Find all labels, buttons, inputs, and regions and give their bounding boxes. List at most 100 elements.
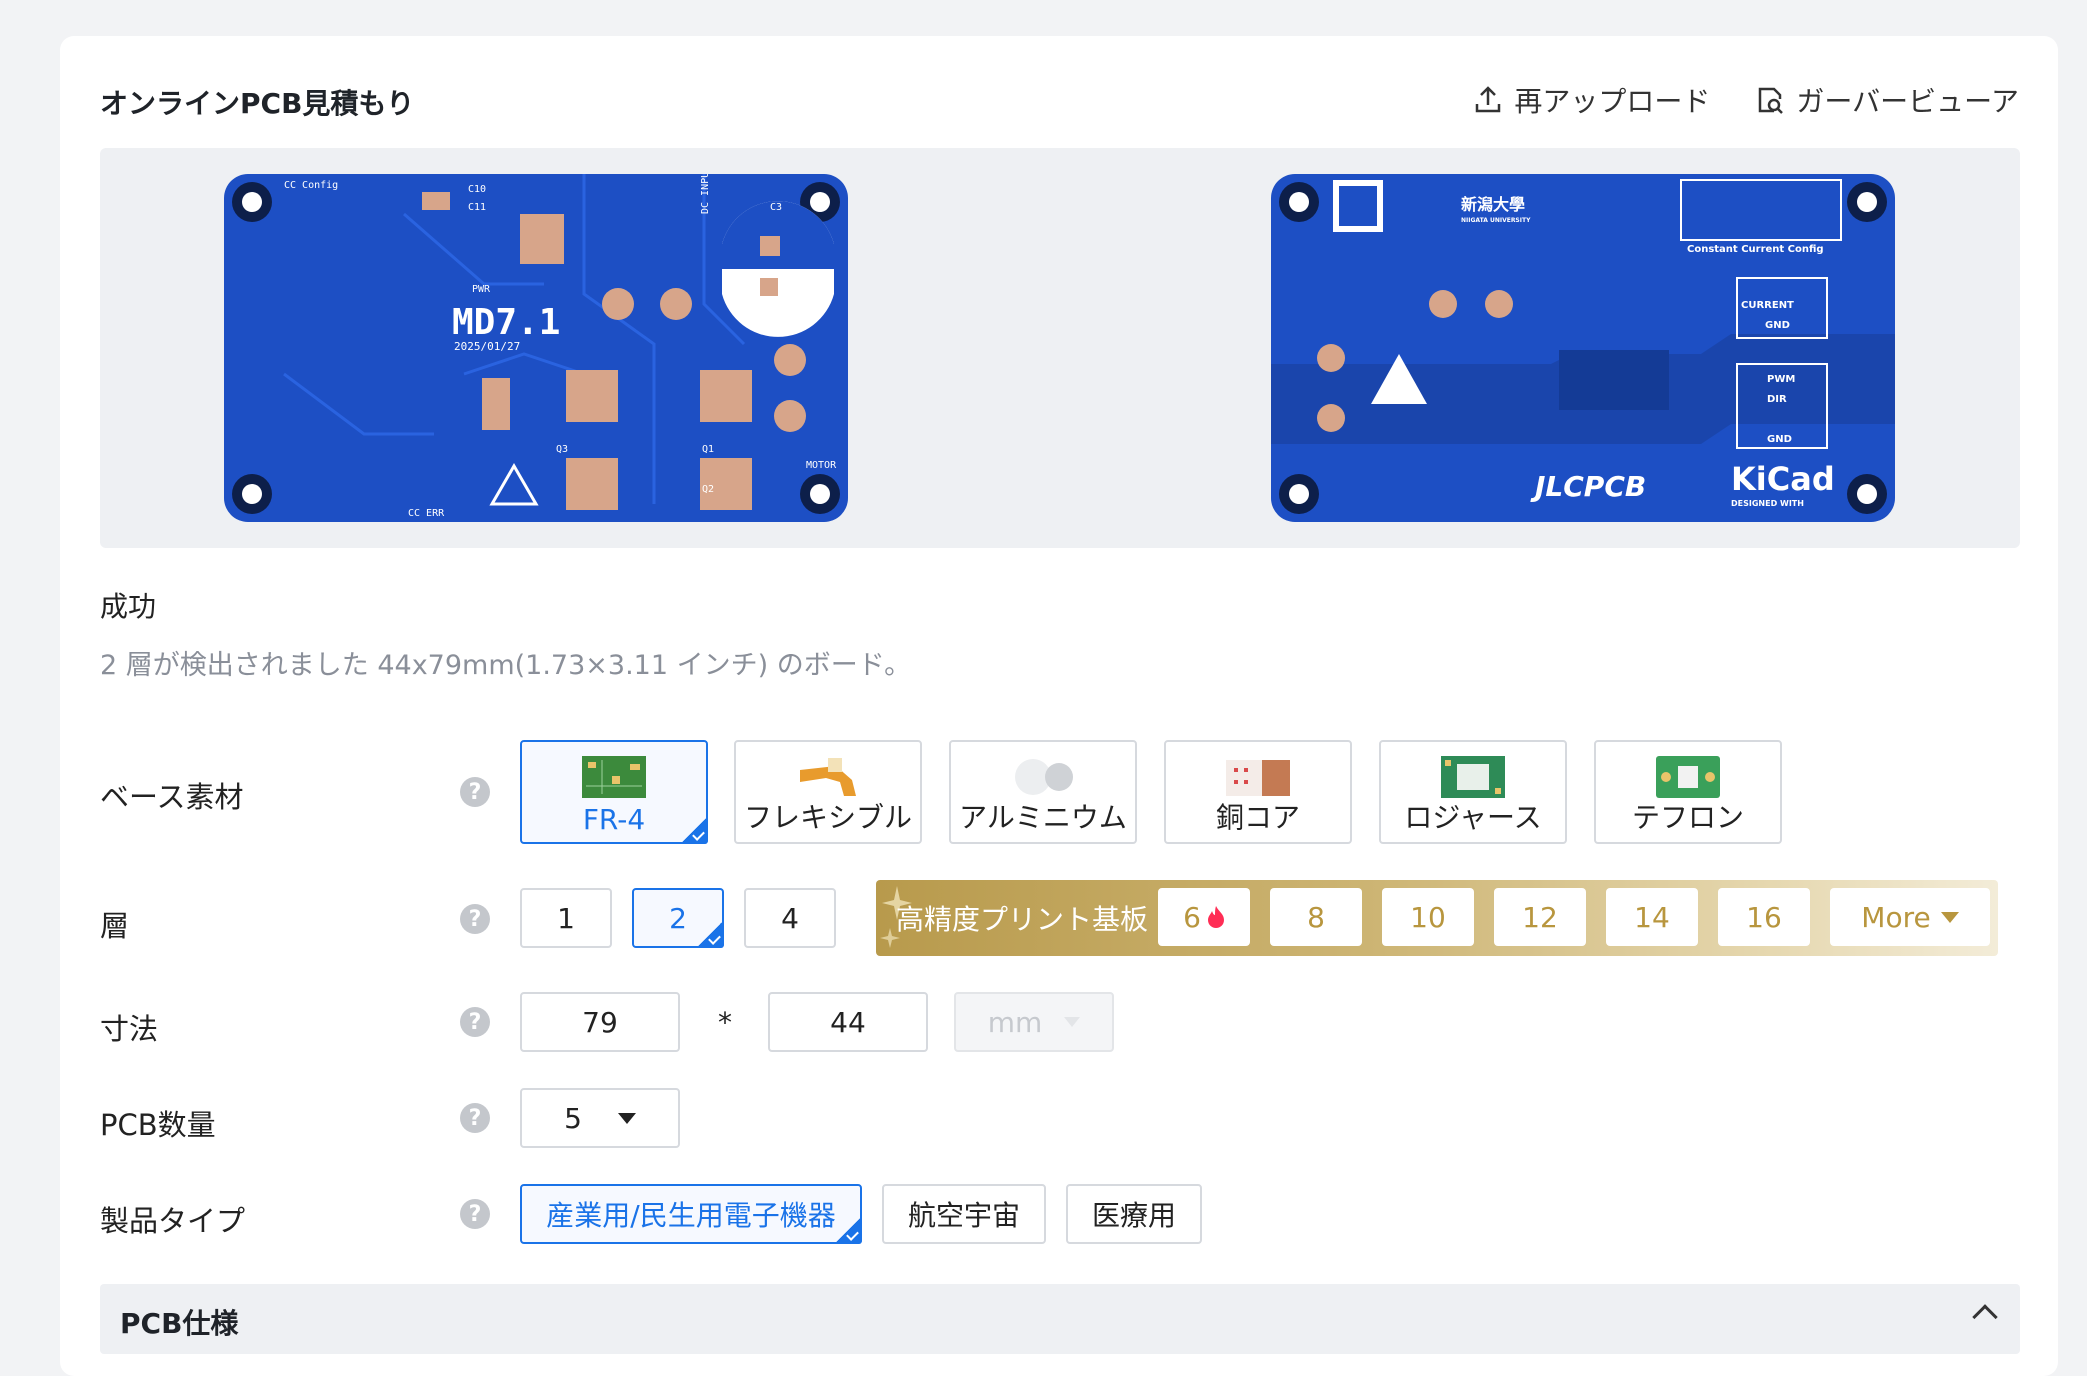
high-precision-layers-bar: 高精度プリント基板 6 8 10 12 14 16 More xyxy=(876,880,1998,956)
dimension-length-input[interactable]: 79 xyxy=(520,992,680,1052)
flame-icon xyxy=(1207,906,1224,928)
dimension-separator: * xyxy=(718,1006,732,1039)
unit-label: mm xyxy=(987,1005,1043,1039)
copper-core-board-icon xyxy=(1226,760,1290,796)
quantity-label: PCB数量 xyxy=(100,1108,216,1142)
dimensions-help-icon[interactable]: ? xyxy=(460,1007,490,1037)
layer-option-12[interactable]: 12 xyxy=(1494,888,1586,946)
aluminum-board-icon xyxy=(1015,759,1073,795)
svg-text:JLCPCB: JLCPCB xyxy=(1530,470,1646,503)
svg-text:DC INPUT: DC INPUT xyxy=(700,174,711,214)
svg-text:C10: C10 xyxy=(468,184,486,195)
svg-text:CURRENT: CURRENT xyxy=(1741,300,1794,311)
dimensions-label: 寸法 xyxy=(100,1012,159,1046)
svg-text:CC ERR: CC ERR xyxy=(408,508,445,519)
pcb-top-render: CC ConfigC10C11 DC INPUTC3 Q3Q1Q4Q2 MOTO… xyxy=(224,174,848,522)
svg-text:Q3: Q3 xyxy=(556,444,568,455)
svg-text:DESIGNED WITH: DESIGNED WITH xyxy=(1731,499,1804,508)
material-option-rogers[interactable]: ロジャース xyxy=(1379,740,1567,844)
rogers-board-icon xyxy=(1441,756,1505,798)
quantity-select[interactable]: 5 xyxy=(520,1088,680,1148)
pcb-preview: CC ConfigC10C11 DC INPUTC3 Q3Q1Q4Q2 MOTO… xyxy=(100,148,2020,548)
material-option-label: アルミニウム xyxy=(959,801,1127,834)
fr4-board-icon xyxy=(582,756,646,798)
material-option-copper-core[interactable]: 銅コア xyxy=(1164,740,1352,844)
product-type-help-icon[interactable]: ? xyxy=(460,1199,490,1229)
flex-board-icon xyxy=(800,758,856,796)
product-type-medical[interactable]: 医療用 xyxy=(1066,1184,1202,1244)
base-material-label: ベース素材 xyxy=(100,780,244,814)
pcb-bottom-render: JLCPCB KiCad DESIGNED WITH Constant Curr… xyxy=(1271,174,1895,522)
svg-text:Q1: Q1 xyxy=(702,444,714,455)
material-option-label: テフロン xyxy=(1631,801,1744,834)
product-type-aerospace[interactable]: 航空宇宙 xyxy=(882,1184,1046,1244)
chevron-up-icon xyxy=(1972,1304,1998,1330)
gerber-viewer-label: ガーバービューア xyxy=(1796,85,2019,118)
svg-text:CC Config: CC Config xyxy=(284,180,338,191)
svg-text:PWR: PWR xyxy=(472,284,491,295)
product-type-label: 製品タイプ xyxy=(100,1204,246,1238)
svg-text:C3: C3 xyxy=(770,202,782,213)
layer-option-label: 6 xyxy=(1183,900,1201,934)
svg-text:GND: GND xyxy=(1767,434,1792,445)
caret-down-icon xyxy=(617,1112,636,1124)
layer-option-label: 2 xyxy=(669,901,687,935)
material-option-teflon[interactable]: テフロン xyxy=(1594,740,1782,844)
selected-check-icon xyxy=(696,920,724,948)
material-option-label: ロジャース xyxy=(1404,801,1542,834)
upload-icon xyxy=(1476,86,1501,113)
material-option-fr4[interactable]: FR-4 xyxy=(520,740,708,844)
layer-option-16[interactable]: 16 xyxy=(1718,888,1810,946)
status-detected-text: 2 層が検出されました 44x79mm(1.73×3.11 インチ) のボード。 xyxy=(100,650,912,681)
svg-text:2025/01/27: 2025/01/27 xyxy=(454,340,520,353)
gerber-viewer-button[interactable]: ガーバービューア xyxy=(1754,80,2019,120)
layers-label: 層 xyxy=(100,909,130,943)
svg-text:MOTOR: MOTOR xyxy=(806,460,837,471)
dimension-width-input[interactable]: 44 xyxy=(768,992,928,1052)
selected-check-icon xyxy=(834,1216,862,1244)
svg-text:NIIGATA UNIVERSITY: NIIGATA UNIVERSITY xyxy=(1461,217,1531,224)
material-option-label: 銅コア xyxy=(1215,801,1300,834)
svg-text:DIR: DIR xyxy=(1767,394,1787,405)
layer-option-1[interactable]: 1 xyxy=(520,888,612,948)
svg-text:MD7.1: MD7.1 xyxy=(452,302,560,343)
more-label: More xyxy=(1861,900,1931,934)
svg-text:新潟大學: 新潟大學 xyxy=(1461,195,1525,214)
layer-option-2[interactable]: 2 xyxy=(632,888,724,948)
material-option-flex[interactable]: フレキシブル xyxy=(734,740,922,844)
status-title: 成功 xyxy=(100,590,157,623)
svg-text:KiCad: KiCad xyxy=(1731,460,1835,498)
product-type-industrial[interactable]: 産業用/民生用電子機器 xyxy=(520,1184,862,1244)
more-layers-dropdown[interactable]: More xyxy=(1830,888,1990,946)
reupload-label: 再アップロード xyxy=(1514,85,1711,118)
layers-help-icon[interactable]: ? xyxy=(460,904,490,934)
top-actions: 再アップロード ガーバービューア xyxy=(1472,80,2019,120)
reupload-button[interactable]: 再アップロード xyxy=(1472,80,1710,120)
caret-down-icon xyxy=(1940,911,1959,923)
layer-option-14[interactable]: 14 xyxy=(1606,888,1698,946)
svg-text:C11: C11 xyxy=(468,202,486,213)
product-type-option-label: 産業用/民生用電子機器 xyxy=(546,1199,836,1232)
svg-text:Q2: Q2 xyxy=(702,484,714,495)
layer-option-8[interactable]: 8 xyxy=(1270,888,1362,946)
pcb-spec-section-header[interactable]: PCB仕様 xyxy=(100,1284,2020,1354)
file-search-icon xyxy=(1759,87,1784,114)
base-material-help-icon[interactable]: ? xyxy=(460,777,490,807)
teflon-board-icon xyxy=(1656,756,1720,798)
quantity-help-icon[interactable]: ? xyxy=(460,1103,490,1133)
quantity-value: 5 xyxy=(564,1101,582,1135)
caret-down-icon xyxy=(1064,1017,1081,1027)
material-option-label: FR-4 xyxy=(582,803,646,836)
high-precision-label: 高精度プリント基板 xyxy=(896,903,1149,936)
material-option-label: フレキシブル xyxy=(743,801,912,834)
svg-text:GND: GND xyxy=(1765,320,1790,331)
layer-option-10[interactable]: 10 xyxy=(1382,888,1474,946)
material-option-aluminum[interactable]: アルミニウム xyxy=(949,740,1137,844)
svg-text:Constant Current Config: Constant Current Config xyxy=(1687,244,1824,255)
layer-option-6[interactable]: 6 xyxy=(1158,888,1250,946)
pcb-spec-title: PCB仕様 xyxy=(120,1307,239,1340)
selected-check-icon xyxy=(680,816,708,844)
unit-select: mm xyxy=(954,992,1114,1052)
layer-option-4[interactable]: 4 xyxy=(744,888,836,948)
svg-text:PWM: PWM xyxy=(1767,374,1795,385)
